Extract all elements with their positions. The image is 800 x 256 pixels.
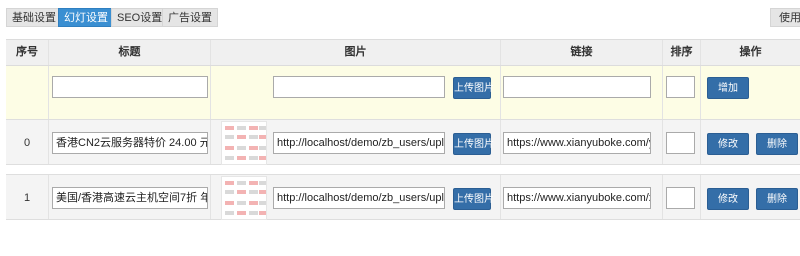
title-input[interactable]: 香港CN2云服务器特价 24.00 元/1月起 — [52, 132, 208, 154]
new-upload-image-button[interactable]: 上传图片 — [453, 77, 494, 99]
header-actions: 操作 — [700, 40, 800, 65]
table-header: 序号 标题 图片 链接 排序 操作 — [6, 39, 800, 66]
header-link: 链接 — [500, 40, 662, 65]
row-index: 1 — [23, 192, 31, 204]
title-input[interactable]: 美国/香港高速云主机空间7折 年付97元 — [52, 187, 208, 209]
link-input[interactable]: https://www.xianyuboke.com/yunfuwuqi — [503, 132, 651, 154]
order-input[interactable] — [666, 187, 695, 209]
table-row: 0 香港CN2云服务器特价 24.00 元/1月起 http://localho… — [6, 119, 800, 165]
slide-thumbnail — [221, 121, 267, 165]
help-button[interactable]: 使用帮助 — [770, 8, 800, 27]
upload-image-button[interactable]: 上传图片 — [453, 188, 494, 210]
slide-thumbnail — [221, 176, 267, 220]
tab-seo-settings[interactable]: SEO设置 — [111, 8, 169, 27]
tab-slideshow-settings[interactable]: 幻灯设置 — [58, 8, 114, 27]
delete-button[interactable]: 删除 — [756, 133, 798, 155]
new-order-input[interactable] — [666, 76, 695, 98]
edit-button[interactable]: 修改 — [707, 133, 749, 155]
link-input[interactable]: https://www.xianyuboke.com/xunizhuji — [503, 187, 651, 209]
edit-button[interactable]: 修改 — [707, 188, 749, 210]
new-title-input[interactable] — [52, 76, 208, 98]
header-title: 标题 — [48, 40, 210, 65]
delete-button[interactable]: 删除 — [756, 188, 798, 210]
new-image-input[interactable] — [273, 76, 445, 98]
upload-image-button[interactable]: 上传图片 — [453, 133, 494, 155]
new-link-input[interactable] — [503, 76, 651, 98]
table-row: 1 美国/香港高速云主机空间7折 年付97元 http://localhost/… — [6, 174, 800, 220]
header-image: 图片 — [210, 40, 500, 65]
add-cell-index — [6, 66, 48, 123]
row-index: 0 — [23, 137, 31, 149]
image-url-input[interactable]: http://localhost/demo/zb_users/upload/20… — [273, 187, 445, 209]
tab-basic-settings[interactable]: 基础设置 — [6, 8, 62, 27]
add-slide-row: 上传图片 增加 — [6, 66, 800, 124]
order-input[interactable] — [666, 132, 695, 154]
add-button[interactable]: 增加 — [707, 77, 749, 99]
header-order: 排序 — [662, 40, 700, 65]
header-index: 序号 — [16, 46, 38, 58]
image-url-input[interactable]: http://localhost/demo/zb_users/upload/20… — [273, 132, 445, 154]
tab-ad-settings[interactable]: 广告设置 — [162, 8, 218, 27]
